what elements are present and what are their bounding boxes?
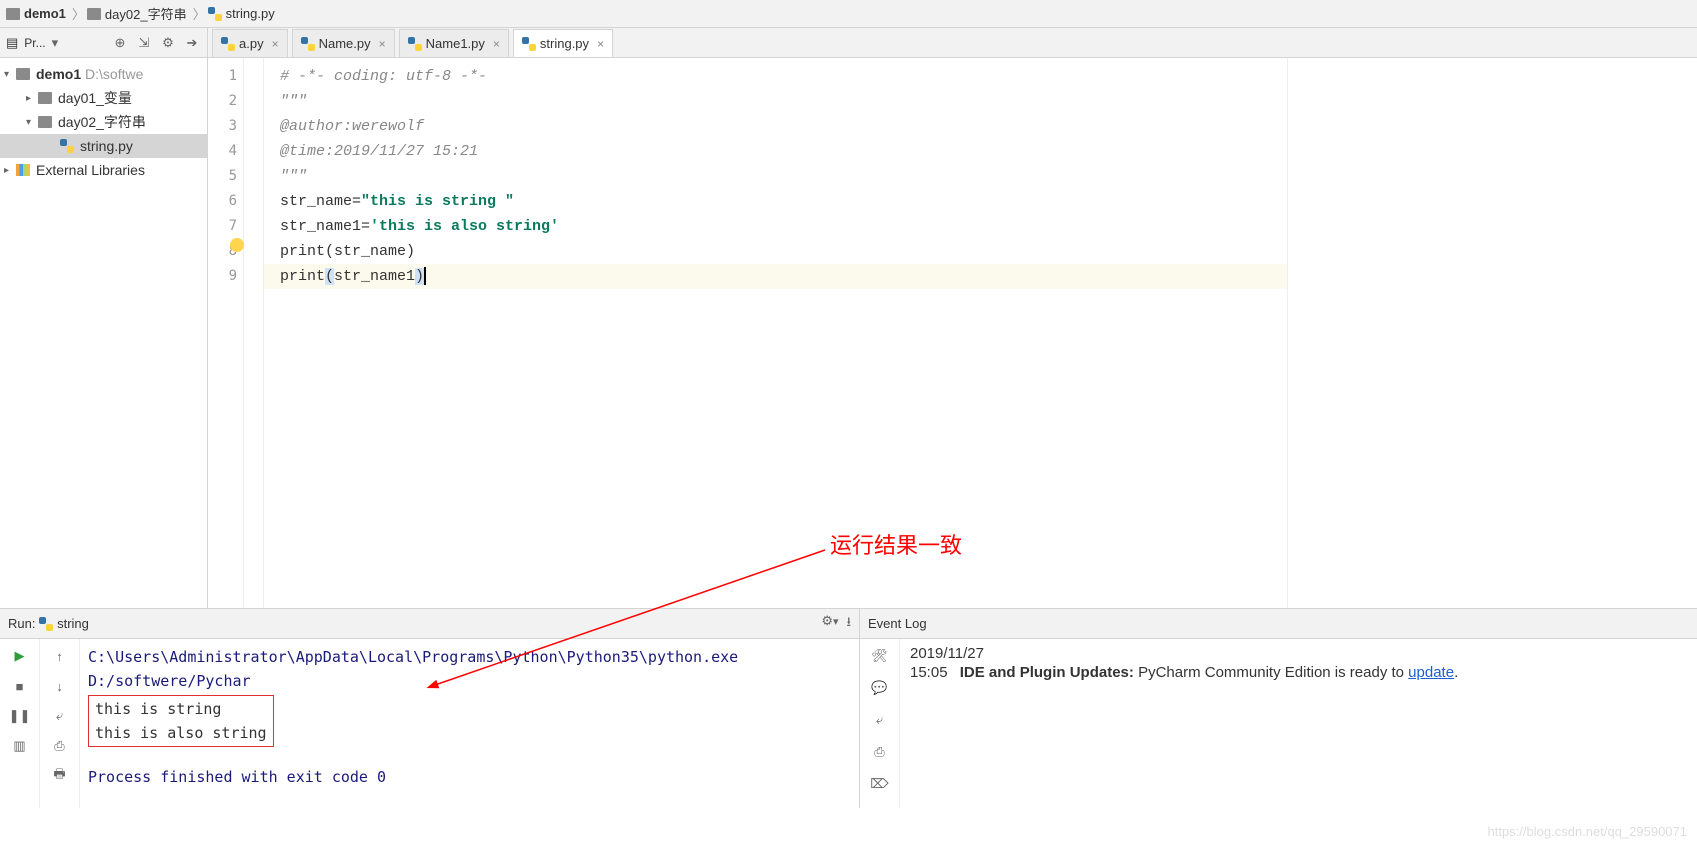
project-sidebar: ▤ Pr... ▾ ⊕ ⇲ ⚙ ➔ ▾demo1 D:\softwe ▸day0… xyxy=(0,28,208,608)
python-icon xyxy=(221,37,235,51)
sidebar-toolbar: ▤ Pr... ▾ ⊕ ⇲ ⚙ ➔ xyxy=(0,28,207,58)
code-content[interactable]: # -*- coding: utf-8 -*-"""@author:werewo… xyxy=(264,58,1287,608)
library-icon xyxy=(16,164,30,176)
console-output-line: this is also string xyxy=(95,724,267,742)
balloon-icon[interactable]: 💬 xyxy=(869,677,891,699)
bc-day02[interactable]: day02_字符串 xyxy=(87,4,187,23)
python-icon xyxy=(208,7,222,21)
editor-body[interactable]: 123456789 # -*- coding: utf-8 -*-"""@aut… xyxy=(208,58,1697,608)
stop-icon[interactable]: ■ xyxy=(9,675,31,697)
line-gutter: 123456789 xyxy=(208,58,244,608)
bc-string[interactable]: string.py xyxy=(208,6,275,21)
tab-string-py[interactable]: string.py× xyxy=(513,29,613,57)
python-icon xyxy=(60,139,74,153)
down-icon[interactable]: ↓ xyxy=(49,675,71,697)
print-icon[interactable]: 🖶 xyxy=(49,765,71,787)
event-log-content: 2019/11/27 15:05 IDE and Plugin Updates:… xyxy=(900,639,1697,808)
folder-icon xyxy=(38,92,52,104)
export-icon[interactable]: ⎙ xyxy=(869,741,891,763)
close-icon[interactable]: × xyxy=(379,37,386,51)
export-icon[interactable]: ⎙ xyxy=(49,735,71,757)
tree-demo1[interactable]: ▾demo1 D:\softwe xyxy=(0,62,207,86)
python-icon xyxy=(408,37,422,51)
play-icon[interactable]: ▶ xyxy=(9,645,31,667)
editor-area: a.py× Name.py× Name1.py× string.py× 1234… xyxy=(208,28,1697,608)
python-icon xyxy=(39,617,53,631)
collapse-icon[interactable]: ⊕ xyxy=(111,34,129,52)
hide-icon[interactable]: ➔ xyxy=(183,34,201,52)
pause-icon[interactable]: ❚❚ xyxy=(9,705,31,727)
folder-icon xyxy=(16,68,30,80)
run-header: Run: string ⚙▾ ⭳ xyxy=(0,609,859,639)
breadcrumb: demo1 〉 day02_字符串 〉 string.py xyxy=(0,0,1697,28)
up-icon[interactable]: ↑ xyxy=(49,645,71,667)
run-toolbar-left: ▶ ■ ❚❚ ▥ xyxy=(0,639,40,808)
tab-a-py[interactable]: a.py× xyxy=(212,29,288,57)
tree-string-py[interactable]: string.py xyxy=(0,134,207,158)
event-msg-rest: PyCharm Community Edition is ready to xyxy=(1134,664,1408,681)
clear-icon[interactable]: ⌦ xyxy=(869,773,891,795)
event-log-panel: Event Log 🛠 💬 ⤶ ⎙ ⌦ 2019/11/27 15:05 IDE… xyxy=(860,609,1697,808)
gear-icon[interactable]: ⚙▾ xyxy=(821,613,838,635)
wrap-icon[interactable]: ⤶ xyxy=(869,709,891,731)
gear-info-icon[interactable]: 🛠 xyxy=(869,645,891,667)
folder-icon xyxy=(87,8,101,20)
python-icon xyxy=(301,37,315,51)
fold-gutter xyxy=(244,58,264,608)
close-icon[interactable]: × xyxy=(493,37,500,51)
editor-tabs: a.py× Name.py× Name1.py× string.py× xyxy=(208,28,1697,58)
layout-icon[interactable]: ▥ xyxy=(9,735,31,757)
download-icon[interactable]: ⭳ xyxy=(846,613,851,635)
tree-ext-libs[interactable]: ▸External Libraries xyxy=(0,158,207,182)
chevron-down-icon[interactable]: ▾ xyxy=(26,117,38,128)
expand-icon[interactable]: ⇲ xyxy=(135,34,153,52)
chevron-right-icon[interactable]: ▸ xyxy=(4,165,16,176)
event-log-toolbar: 🛠 💬 ⤶ ⎙ ⌦ xyxy=(860,639,900,808)
run-title: Run: xyxy=(8,616,35,631)
console-output-line: this is string xyxy=(95,700,221,718)
project-tab-label[interactable]: Pr... xyxy=(24,36,45,50)
bulb-icon[interactable] xyxy=(230,238,244,252)
chevron-right-icon: 〉 xyxy=(193,4,206,23)
editor-right-strip xyxy=(1287,58,1697,608)
run-panel: Run: string ⚙▾ ⭳ ▶ ■ ❚❚ ▥ ↑ ↓ ⤶ ⎙ 🖶 xyxy=(0,609,860,808)
project-tree: ▾demo1 D:\softwe ▸day01_变量 ▾day02_字符串 st… xyxy=(0,58,207,186)
close-icon[interactable]: × xyxy=(597,37,604,51)
folder-icon xyxy=(6,8,20,20)
event-date: 2019/11/27 xyxy=(910,645,1687,662)
wrap-icon[interactable]: ⤶ xyxy=(49,705,71,727)
event-msg-bold: IDE and Plugin Updates: xyxy=(960,664,1134,681)
tab-name-py[interactable]: Name.py× xyxy=(292,29,395,57)
chevron-down-icon[interactable]: ▾ xyxy=(4,69,16,80)
console-output-box: this is string this is also string xyxy=(88,695,274,747)
folder-icon xyxy=(38,116,52,128)
watermark: https://blog.csdn.net/qq_29590071 xyxy=(1488,824,1688,839)
update-link[interactable]: update xyxy=(1408,664,1454,681)
event-log-title: Event Log xyxy=(868,616,927,631)
console-exit: Process finished with exit code 0 xyxy=(88,765,859,789)
run-config-name: string xyxy=(57,616,89,631)
event-log-header: Event Log xyxy=(860,609,1697,639)
chevron-right-icon[interactable]: ▸ xyxy=(26,93,38,104)
event-time: 15:05 xyxy=(910,664,948,681)
run-toolbar-2: ↑ ↓ ⤶ ⎙ 🖶 xyxy=(40,639,80,808)
console-command: C:\Users\Administrator\AppData\Local\Pro… xyxy=(88,648,738,690)
tree-day01[interactable]: ▸day01_变量 xyxy=(0,86,207,110)
close-icon[interactable]: × xyxy=(272,37,279,51)
python-icon xyxy=(522,37,536,51)
chevron-right-icon: 〉 xyxy=(72,4,85,23)
run-console[interactable]: C:\Users\Administrator\AppData\Local\Pro… xyxy=(80,639,859,808)
bc-demo1[interactable]: demo1 xyxy=(6,6,66,21)
tab-name1-py[interactable]: Name1.py× xyxy=(399,29,509,57)
gear-icon[interactable]: ⚙ xyxy=(159,34,177,52)
tree-day02[interactable]: ▾day02_字符串 xyxy=(0,110,207,134)
project-tab-icon[interactable]: ▤ xyxy=(6,35,18,51)
